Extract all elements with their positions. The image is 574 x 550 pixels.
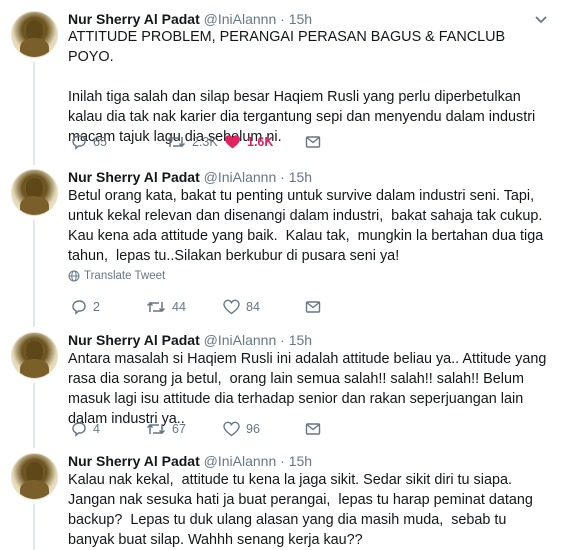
like-count: 1.6K	[247, 135, 274, 149]
author-handle[interactable]: @IniAlannn	[204, 453, 277, 469]
retweet-count: 44	[172, 300, 186, 314]
avatar[interactable]	[11, 11, 58, 58]
reply-icon	[72, 135, 86, 150]
retweet-icon	[146, 301, 166, 313]
message-icon	[305, 423, 321, 435]
retweet-icon	[146, 423, 166, 435]
like-button[interactable]: 1.6K	[224, 134, 273, 150]
author-handle[interactable]: @IniAlannn	[204, 11, 277, 27]
like-count: 84	[246, 300, 260, 314]
thread-line	[33, 504, 35, 550]
avatar[interactable]	[11, 453, 58, 500]
globe-icon	[68, 270, 80, 282]
reply-icon	[72, 422, 86, 437]
message-button[interactable]	[305, 421, 321, 437]
message-button[interactable]	[305, 134, 321, 150]
reply-icon	[72, 300, 86, 315]
separator-dot: ·	[280, 332, 285, 348]
like-button[interactable]: 84	[223, 299, 260, 315]
message-icon	[305, 301, 321, 313]
message-icon	[305, 136, 321, 148]
translate-tweet-link[interactable]: Translate Tweet	[68, 270, 165, 282]
chevron-down-icon[interactable]	[533, 11, 549, 27]
author-name[interactable]: Nur Sherry Al Padat	[68, 332, 200, 348]
retweet-count: 2.3K	[192, 135, 218, 149]
tweet-thread: Nur Sherry Al Padat @IniAlannn · 15h ATT…	[0, 0, 574, 550]
reply-count: 4	[93, 422, 100, 436]
author-handle[interactable]: @IniAlannn	[204, 332, 277, 348]
tweet-time[interactable]: 15h	[289, 453, 312, 469]
retweet-count: 67	[172, 422, 186, 436]
author-name[interactable]: Nur Sherry Al Padat	[68, 169, 200, 185]
tweet-text: Antara masalah si Haqiem Rusli ini adala…	[68, 351, 551, 427]
tweet-text: Kalau nak kekal, attitude tu kena la jag…	[68, 472, 537, 548]
thread-line	[33, 383, 35, 448]
tweet-header: Nur Sherry Al Padat @IniAlannn · 15h	[68, 10, 312, 28]
reply-button[interactable]: 65	[71, 134, 107, 150]
reply-count: 2	[93, 300, 100, 314]
retweet-button[interactable]: 44	[146, 299, 186, 315]
retweet-icon	[166, 136, 186, 148]
separator-dot: ·	[280, 169, 285, 185]
tweet-4[interactable]: Nur Sherry Al Padat @IniAlannn · 15h Kal…	[0, 448, 574, 550]
tweet-3[interactable]: Nur Sherry Al Padat @IniAlannn · 15h Ant…	[0, 327, 574, 448]
thread-line	[33, 220, 35, 327]
like-count: 96	[246, 422, 260, 436]
tweet-2[interactable]: Nur Sherry Al Padat @IniAlannn · 15h Bet…	[0, 165, 574, 327]
heart-icon	[223, 299, 240, 315]
heart-icon	[223, 421, 240, 437]
reply-button[interactable]: 2	[71, 299, 100, 315]
reply-count: 65	[93, 135, 107, 149]
tweet-text: ATTITUDE PROBLEM, PERANGAI PERASAN BAGUS…	[68, 29, 536, 145]
retweet-button[interactable]: 67	[146, 421, 186, 437]
heart-icon	[225, 135, 240, 149]
author-name[interactable]: Nur Sherry Al Padat	[68, 11, 200, 27]
tweet-time[interactable]: 15h	[289, 11, 312, 27]
thread-line	[33, 62, 35, 165]
reply-button[interactable]: 4	[71, 421, 100, 437]
message-button[interactable]	[305, 299, 321, 315]
avatar[interactable]	[11, 169, 58, 216]
tweet-header: Nur Sherry Al Padat @IniAlannn · 15h	[68, 331, 312, 349]
like-button[interactable]: 96	[223, 421, 260, 437]
translate-label: Translate Tweet	[84, 270, 166, 282]
tweet-header: Nur Sherry Al Padat @IniAlannn · 15h	[68, 452, 312, 470]
tweet-1[interactable]: Nur Sherry Al Padat @IniAlannn · 15h ATT…	[0, 0, 574, 165]
tweet-time[interactable]: 15h	[289, 332, 312, 348]
tweet-time[interactable]: 15h	[289, 169, 312, 185]
tweet-header: Nur Sherry Al Padat @IniAlannn · 15h	[68, 168, 312, 186]
author-handle[interactable]: @IniAlannn	[204, 169, 277, 185]
separator-dot: ·	[280, 453, 285, 469]
retweet-button[interactable]: 2.3K	[166, 134, 218, 150]
author-name[interactable]: Nur Sherry Al Padat	[68, 453, 200, 469]
tweet-text: Betul orang kata, bakat tu penting untuk…	[68, 188, 548, 264]
separator-dot: ·	[280, 11, 285, 27]
avatar[interactable]	[11, 332, 58, 379]
